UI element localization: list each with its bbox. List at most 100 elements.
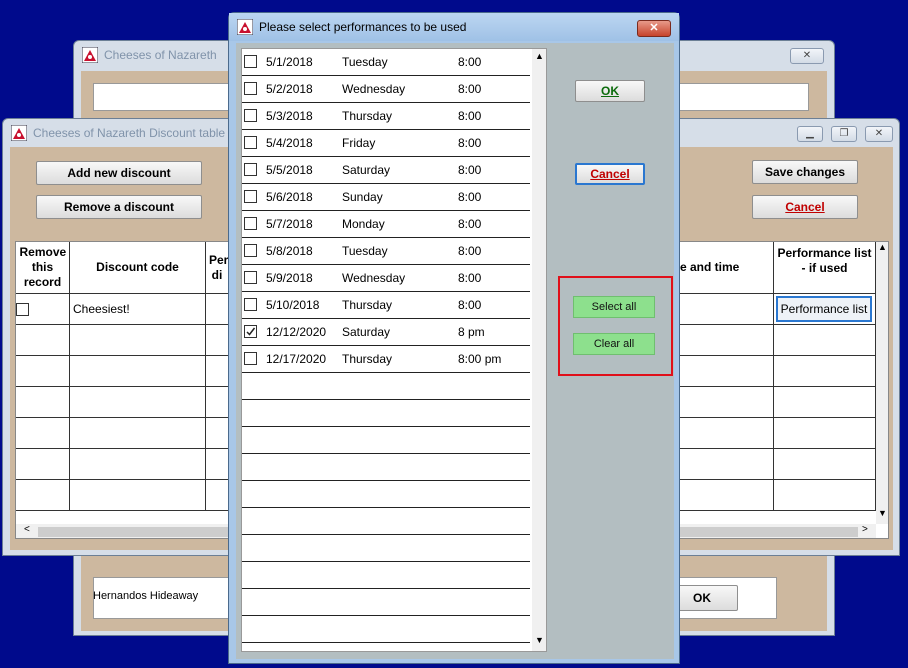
dialog-ok-button[interactable]: OK: [575, 80, 645, 102]
save-changes-button[interactable]: Save changes: [752, 160, 858, 184]
performance-row[interactable]: 12/17/2020 Thursday 8:00 pm: [242, 346, 530, 373]
performance-checkbox[interactable]: [244, 325, 257, 338]
column-header-datetime: e and time: [678, 242, 774, 294]
list-scroll-up-icon[interactable]: ▲: [535, 51, 544, 61]
empty-grid-cell: [16, 418, 70, 449]
performance-row[interactable]: 5/9/2018 Wednesday 8:00: [242, 265, 530, 292]
column-header-code: Discount code: [70, 242, 206, 294]
table-row[interactable]: Cheesiest!: [70, 294, 206, 325]
checkmark-icon: [246, 327, 256, 336]
empty-list-row: [242, 427, 530, 454]
performance-row[interactable]: 5/5/2018 Saturday 8:00: [242, 157, 530, 184]
empty-list-row: [242, 562, 530, 589]
performance-list-cell: Performance list: [774, 294, 876, 325]
performance-row[interactable]: 5/3/2018 Thursday 8:00: [242, 103, 530, 130]
performance-checkbox[interactable]: [244, 190, 257, 203]
back-window-close-button[interactable]: ✕: [790, 48, 824, 64]
dialog-cancel-button[interactable]: Cancel: [575, 163, 645, 185]
performance-checkbox[interactable]: [244, 163, 257, 176]
empty-list-row: [242, 454, 530, 481]
performance-row[interactable]: 5/7/2018 Monday 8:00: [242, 211, 530, 238]
performance-row[interactable]: 5/4/2018 Friday 8:00: [242, 130, 530, 157]
dialog-close-button[interactable]: ✕: [637, 20, 671, 37]
performance-time: 8:00: [458, 82, 482, 96]
discount-window-title: Cheeses of Nazareth Discount table: [33, 126, 226, 140]
scroll-up-arrow-icon[interactable]: ▲: [878, 242, 887, 252]
scroll-down-arrow-icon[interactable]: ▼: [878, 508, 887, 518]
performance-checkbox[interactable]: [244, 271, 257, 284]
performance-time: 8:00: [458, 217, 482, 231]
empty-grid-cell: [774, 325, 876, 356]
performance-row[interactable]: 5/2/2018 Wednesday 8:00: [242, 76, 530, 103]
performance-day: Sunday: [342, 190, 383, 204]
performance-checkbox[interactable]: [244, 217, 257, 230]
performance-date: 12/17/2020: [266, 352, 327, 366]
performance-day: Thursday: [342, 352, 393, 366]
performance-time: 8:00: [458, 136, 482, 150]
performance-row[interactable]: 5/8/2018 Tuesday 8:00: [242, 238, 530, 265]
performance-date: 5/2/2018: [266, 82, 313, 96]
performance-date: 5/5/2018: [266, 163, 313, 177]
performance-row[interactable]: 12/12/2020 Saturday 8 pm: [242, 319, 530, 346]
empty-grid-cell: [774, 387, 876, 418]
performance-checkbox[interactable]: [244, 109, 257, 122]
remove-cell: [16, 294, 70, 325]
performance-day: Tuesday: [342, 244, 388, 258]
performance-checkbox[interactable]: [244, 244, 257, 257]
remove-record-checkbox[interactable]: [16, 303, 29, 316]
performance-row[interactable]: 5/6/2018 Sunday 8:00: [242, 184, 530, 211]
select-all-button[interactable]: Select all: [573, 296, 655, 318]
list-scroll-down-icon[interactable]: ▼: [535, 635, 544, 645]
empty-grid-cell: [70, 325, 206, 356]
performance-time: 8 pm: [458, 325, 485, 339]
empty-grid-cell: [70, 418, 206, 449]
empty-list-row: [242, 508, 530, 535]
vertical-scrollbar[interactable]: ▲ ▼: [876, 242, 888, 524]
performance-row[interactable]: 5/1/2018 Tuesday 8:00: [242, 49, 530, 76]
empty-grid-cell: [16, 387, 70, 418]
empty-list-row: [242, 400, 530, 427]
empty-list-row: [242, 373, 530, 400]
performance-day: Saturday: [342, 325, 391, 339]
performance-list: 5/1/2018 Tuesday 8:00 5/2/2018 Wednesday 8:00…: [241, 48, 547, 652]
scroll-right-arrow-icon[interactable]: >: [862, 524, 868, 535]
performance-time: 8:00: [458, 190, 482, 204]
empty-grid-cell: [678, 418, 774, 449]
remove-discount-button[interactable]: Remove a discount: [36, 195, 202, 219]
datetime-cell: [678, 294, 774, 325]
column-header-performance-list: Performance list - if used: [774, 242, 876, 294]
minimize-button[interactable]: ▁: [797, 126, 823, 142]
performance-time: 8:00: [458, 163, 482, 177]
empty-grid-cell: [16, 449, 70, 480]
performance-checkbox[interactable]: [244, 82, 257, 95]
clear-all-button[interactable]: Clear all: [573, 333, 655, 355]
close-button[interactable]: ✕: [865, 126, 893, 142]
add-discount-button[interactable]: Add new discount: [36, 161, 202, 185]
performance-date: 5/8/2018: [266, 244, 313, 258]
performance-date: 5/9/2018: [266, 271, 313, 285]
performance-list-button[interactable]: Performance list: [776, 296, 872, 322]
empty-list-row: [242, 589, 530, 616]
performance-time: 8:00: [458, 244, 482, 258]
selection-highlight-box: [558, 276, 673, 376]
empty-grid-cell: [16, 356, 70, 387]
empty-grid-cell: [678, 480, 774, 511]
empty-grid-cell: [678, 356, 774, 387]
performance-checkbox[interactable]: [244, 55, 257, 68]
performance-checkbox[interactable]: [244, 352, 257, 365]
cancel-button[interactable]: Cancel: [752, 195, 858, 219]
performance-dialog: Please select performances to be used ✕ …: [228, 12, 680, 664]
list-vertical-scrollbar[interactable]: ▲ ▼: [532, 49, 546, 651]
performance-day: Monday: [342, 217, 385, 231]
performance-day: Thursday: [342, 109, 393, 123]
performance-time: 8:00: [458, 109, 482, 123]
performance-row[interactable]: 5/10/2018 Thursday 8:00: [242, 292, 530, 319]
scroll-left-arrow-icon[interactable]: <: [24, 524, 30, 535]
empty-grid-cell: [774, 480, 876, 511]
performance-time: 8:00 pm: [458, 352, 502, 366]
app-icon: [11, 125, 27, 141]
empty-grid-cell: [678, 449, 774, 480]
performance-checkbox[interactable]: [244, 298, 257, 311]
maximize-button[interactable]: ❐: [831, 126, 857, 142]
performance-checkbox[interactable]: [244, 136, 257, 149]
